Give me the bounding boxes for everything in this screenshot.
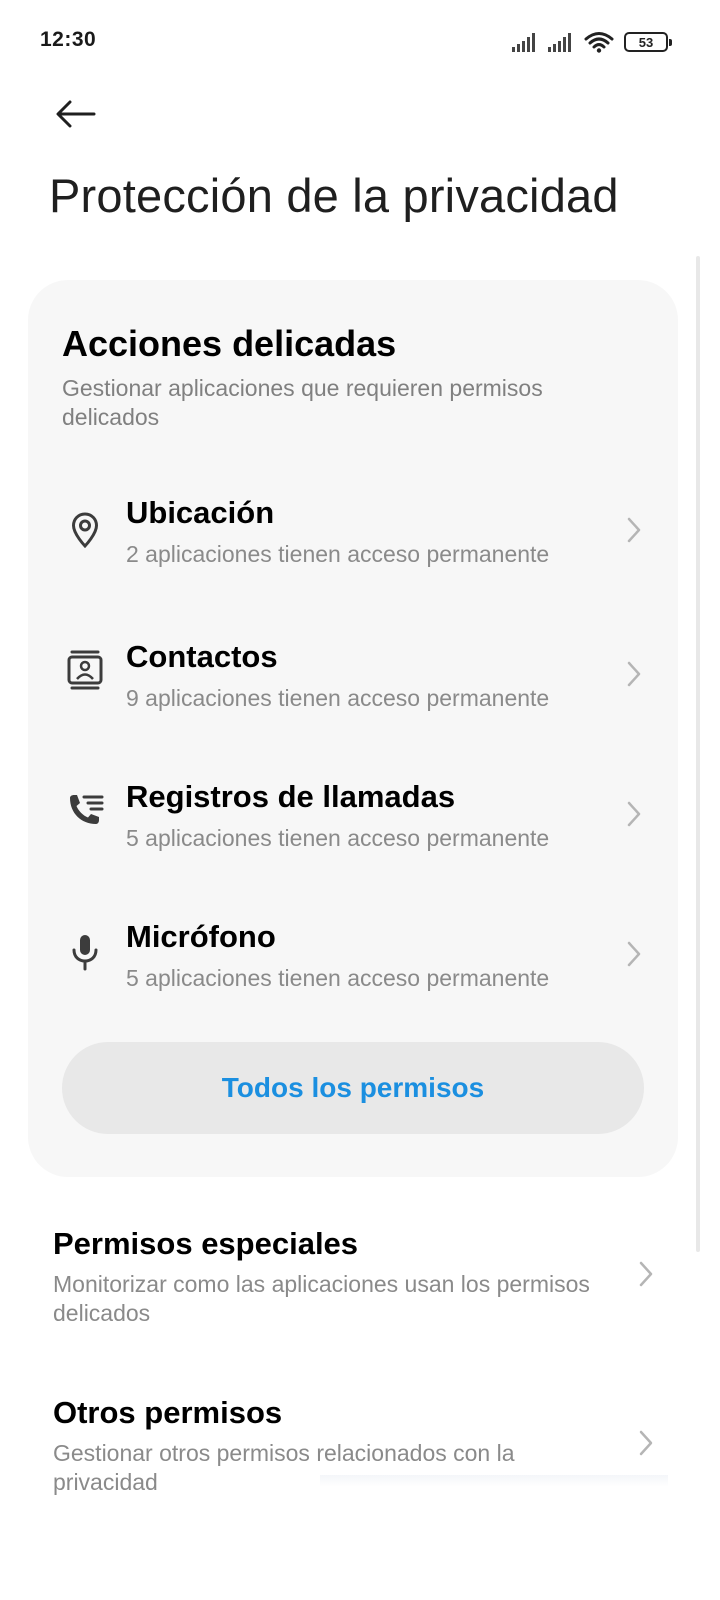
contacts-icon: [64, 649, 106, 691]
permission-row-contacts[interactable]: Contactos 9 aplicaciones tienen acceso p…: [28, 639, 678, 759]
list-item-title: Permisos especiales: [53, 1226, 359, 1261]
back-arrow-icon: [56, 100, 96, 128]
card-subtitle: Gestionar aplicaciones que requieren per…: [62, 375, 543, 430]
permission-row-microphone[interactable]: Micrófono 5 aplicaciones tienen acceso p…: [28, 919, 678, 1039]
permission-title: Ubicación: [126, 495, 275, 530]
chevron-right-icon: [622, 796, 646, 832]
permission-description: 5 aplicaciones tienen acceso permanente: [126, 965, 550, 991]
special-permissions-item[interactable]: Permisos especiales Monitorizar como las…: [0, 1226, 720, 1356]
permission-title: Registros de llamadas: [126, 779, 456, 814]
chevron-right-icon: [622, 936, 646, 972]
permission-row-call-logs[interactable]: Registros de llamadas 5 aplicaciones tie…: [28, 779, 678, 899]
chevron-right-icon: [634, 1425, 658, 1461]
scroll-fade-overlay: [320, 1475, 668, 1487]
list-item-description: Gestionar otros permisos relacionados co…: [53, 1440, 515, 1495]
status-icons: 53: [512, 28, 672, 56]
signal-icon: [512, 33, 535, 52]
signal-icon: [548, 33, 571, 52]
battery-level: 53: [638, 34, 654, 50]
permission-title: Contactos: [126, 639, 278, 674]
card-title: Acciones delicadas: [62, 323, 397, 364]
battery-icon: 53: [624, 32, 672, 52]
permission-description: 5 aplicaciones tienen acceso permanente: [126, 825, 550, 851]
list-item-description: Monitorizar como las aplicaciones usan l…: [53, 1271, 590, 1326]
chevron-right-icon: [634, 1256, 658, 1292]
chevron-right-icon: [622, 512, 646, 548]
chevron-right-icon: [622, 656, 646, 692]
location-pin-icon: [64, 509, 106, 551]
sensitive-actions-card: Acciones delicadas Gestionar aplicacione…: [28, 280, 678, 1177]
permission-description: 9 aplicaciones tienen acceso permanente: [126, 685, 550, 711]
list-item-title: Otros permisos: [53, 1395, 283, 1430]
permission-row-location[interactable]: Ubicación 2 aplicaciones tienen acceso p…: [28, 495, 678, 615]
other-permissions-item[interactable]: Otros permisos Gestionar otros permisos …: [0, 1395, 720, 1525]
scrollbar[interactable]: [696, 256, 700, 1252]
page-title: Protección de la privacidad: [49, 169, 619, 222]
permission-title: Micrófono: [126, 919, 276, 954]
microphone-icon: [64, 931, 106, 973]
status-time: 12:30: [40, 28, 97, 51]
wifi-icon: [584, 32, 614, 53]
permission-description: 2 aplicaciones tienen acceso permanente: [126, 541, 550, 567]
back-button[interactable]: [48, 88, 104, 140]
status-bar: 12:30 53: [0, 0, 720, 84]
call-log-icon: [64, 791, 106, 833]
all-permissions-button[interactable]: Todos los permisos: [62, 1042, 644, 1134]
